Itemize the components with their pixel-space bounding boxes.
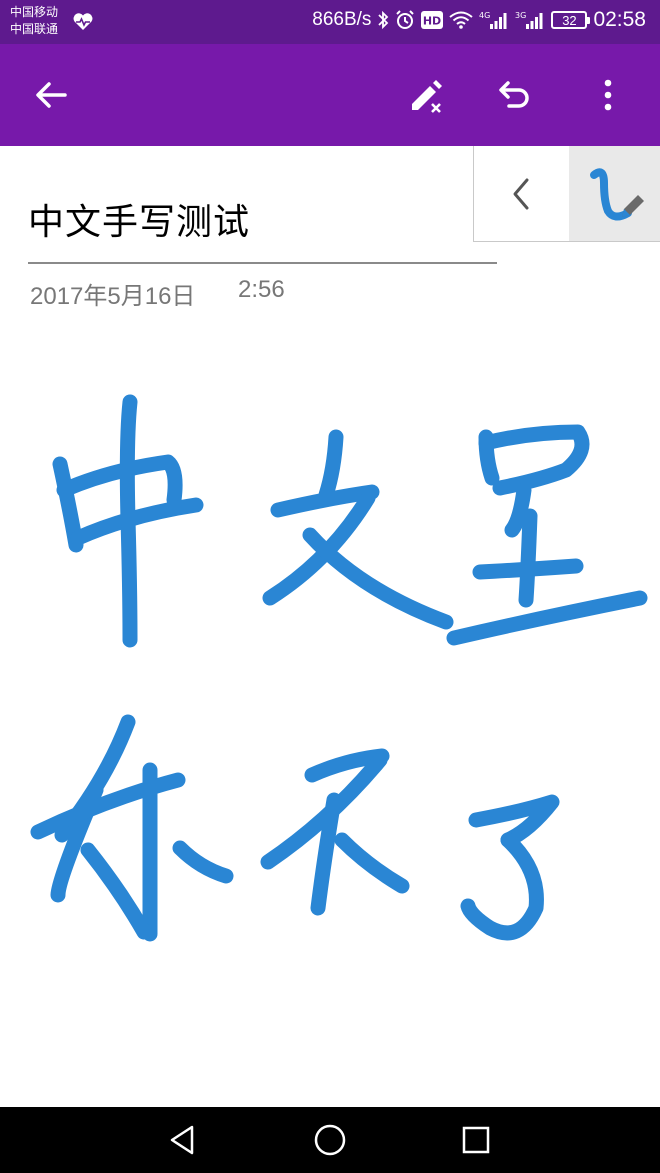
ink-stroke	[518, 508, 538, 608]
svg-text:3G: 3G	[515, 11, 526, 20]
pen-stroke-icon	[590, 167, 644, 220]
undo-icon	[499, 81, 529, 108]
eraser-icon	[412, 80, 442, 113]
eraser-button[interactable]	[395, 44, 455, 146]
status-indicators: 866B/s HD 4G 3G 32 02:58	[312, 8, 646, 32]
title-divider	[28, 262, 497, 264]
app-bar	[0, 44, 660, 146]
network-speed: 866B/s	[312, 9, 372, 30]
navigation-bar	[0, 1107, 660, 1173]
ink-stroke	[478, 424, 590, 496]
collapse-pen-toolbar-button[interactable]	[474, 146, 568, 241]
ink-stroke	[56, 454, 183, 508]
ink-stroke	[468, 794, 560, 848]
hd-icon: HD	[421, 11, 444, 29]
carrier-info: 中国移动 中国联通	[10, 4, 58, 38]
clock: 02:58	[593, 8, 646, 31]
alarm-icon	[395, 10, 415, 30]
ink-stroke	[119, 394, 138, 648]
selected-pen-button[interactable]	[569, 146, 660, 241]
ink-stroke	[80, 842, 152, 940]
ink-stroke	[302, 527, 454, 630]
signal-icon: 3G	[515, 10, 545, 30]
back-arrow-icon	[36, 82, 67, 108]
nav-recents-button[interactable]	[441, 1107, 511, 1173]
bluetooth-icon	[377, 10, 389, 30]
ink-stroke	[318, 429, 344, 503]
heart-rate-icon	[72, 12, 94, 36]
carrier-2-label: 中国联通	[10, 22, 59, 36]
svg-text:HD: HD	[423, 15, 441, 28]
ink-stroke	[70, 497, 204, 546]
carrier-1-label: 中国移动	[10, 5, 59, 19]
nav-home-button[interactable]	[295, 1107, 365, 1173]
more-options-button[interactable]	[578, 44, 638, 146]
undo-button[interactable]	[484, 44, 544, 146]
nav-home-icon	[314, 1124, 346, 1156]
battery-level: 32	[562, 12, 577, 28]
status-bar: 中国移动 中国联通 866B/s HD 4G 3G 32 02:58	[0, 0, 660, 44]
svg-text:4G: 4G	[479, 11, 490, 20]
ink-stroke	[172, 840, 234, 884]
page-title[interactable]: 中文手写测试	[28, 200, 250, 246]
more-vert-icon	[604, 79, 612, 111]
signal-icon: 4G	[479, 10, 509, 30]
page-time: 2:56	[238, 276, 285, 303]
ink-stroke	[460, 832, 544, 941]
ink-stroke	[446, 590, 648, 646]
ink-stroke	[334, 832, 410, 894]
ink-canvas[interactable]	[0, 330, 660, 970]
nav-recents-icon	[462, 1126, 490, 1154]
back-button[interactable]	[21, 44, 81, 146]
wifi-icon	[449, 11, 474, 29]
chevron-left-icon	[513, 178, 529, 209]
nav-back-icon	[170, 1125, 194, 1155]
nav-back-button[interactable]	[148, 1107, 218, 1173]
page-date: 2017年5月16日	[30, 283, 196, 310]
battery-icon: 32	[551, 11, 591, 29]
pen-toolbar	[473, 146, 660, 242]
